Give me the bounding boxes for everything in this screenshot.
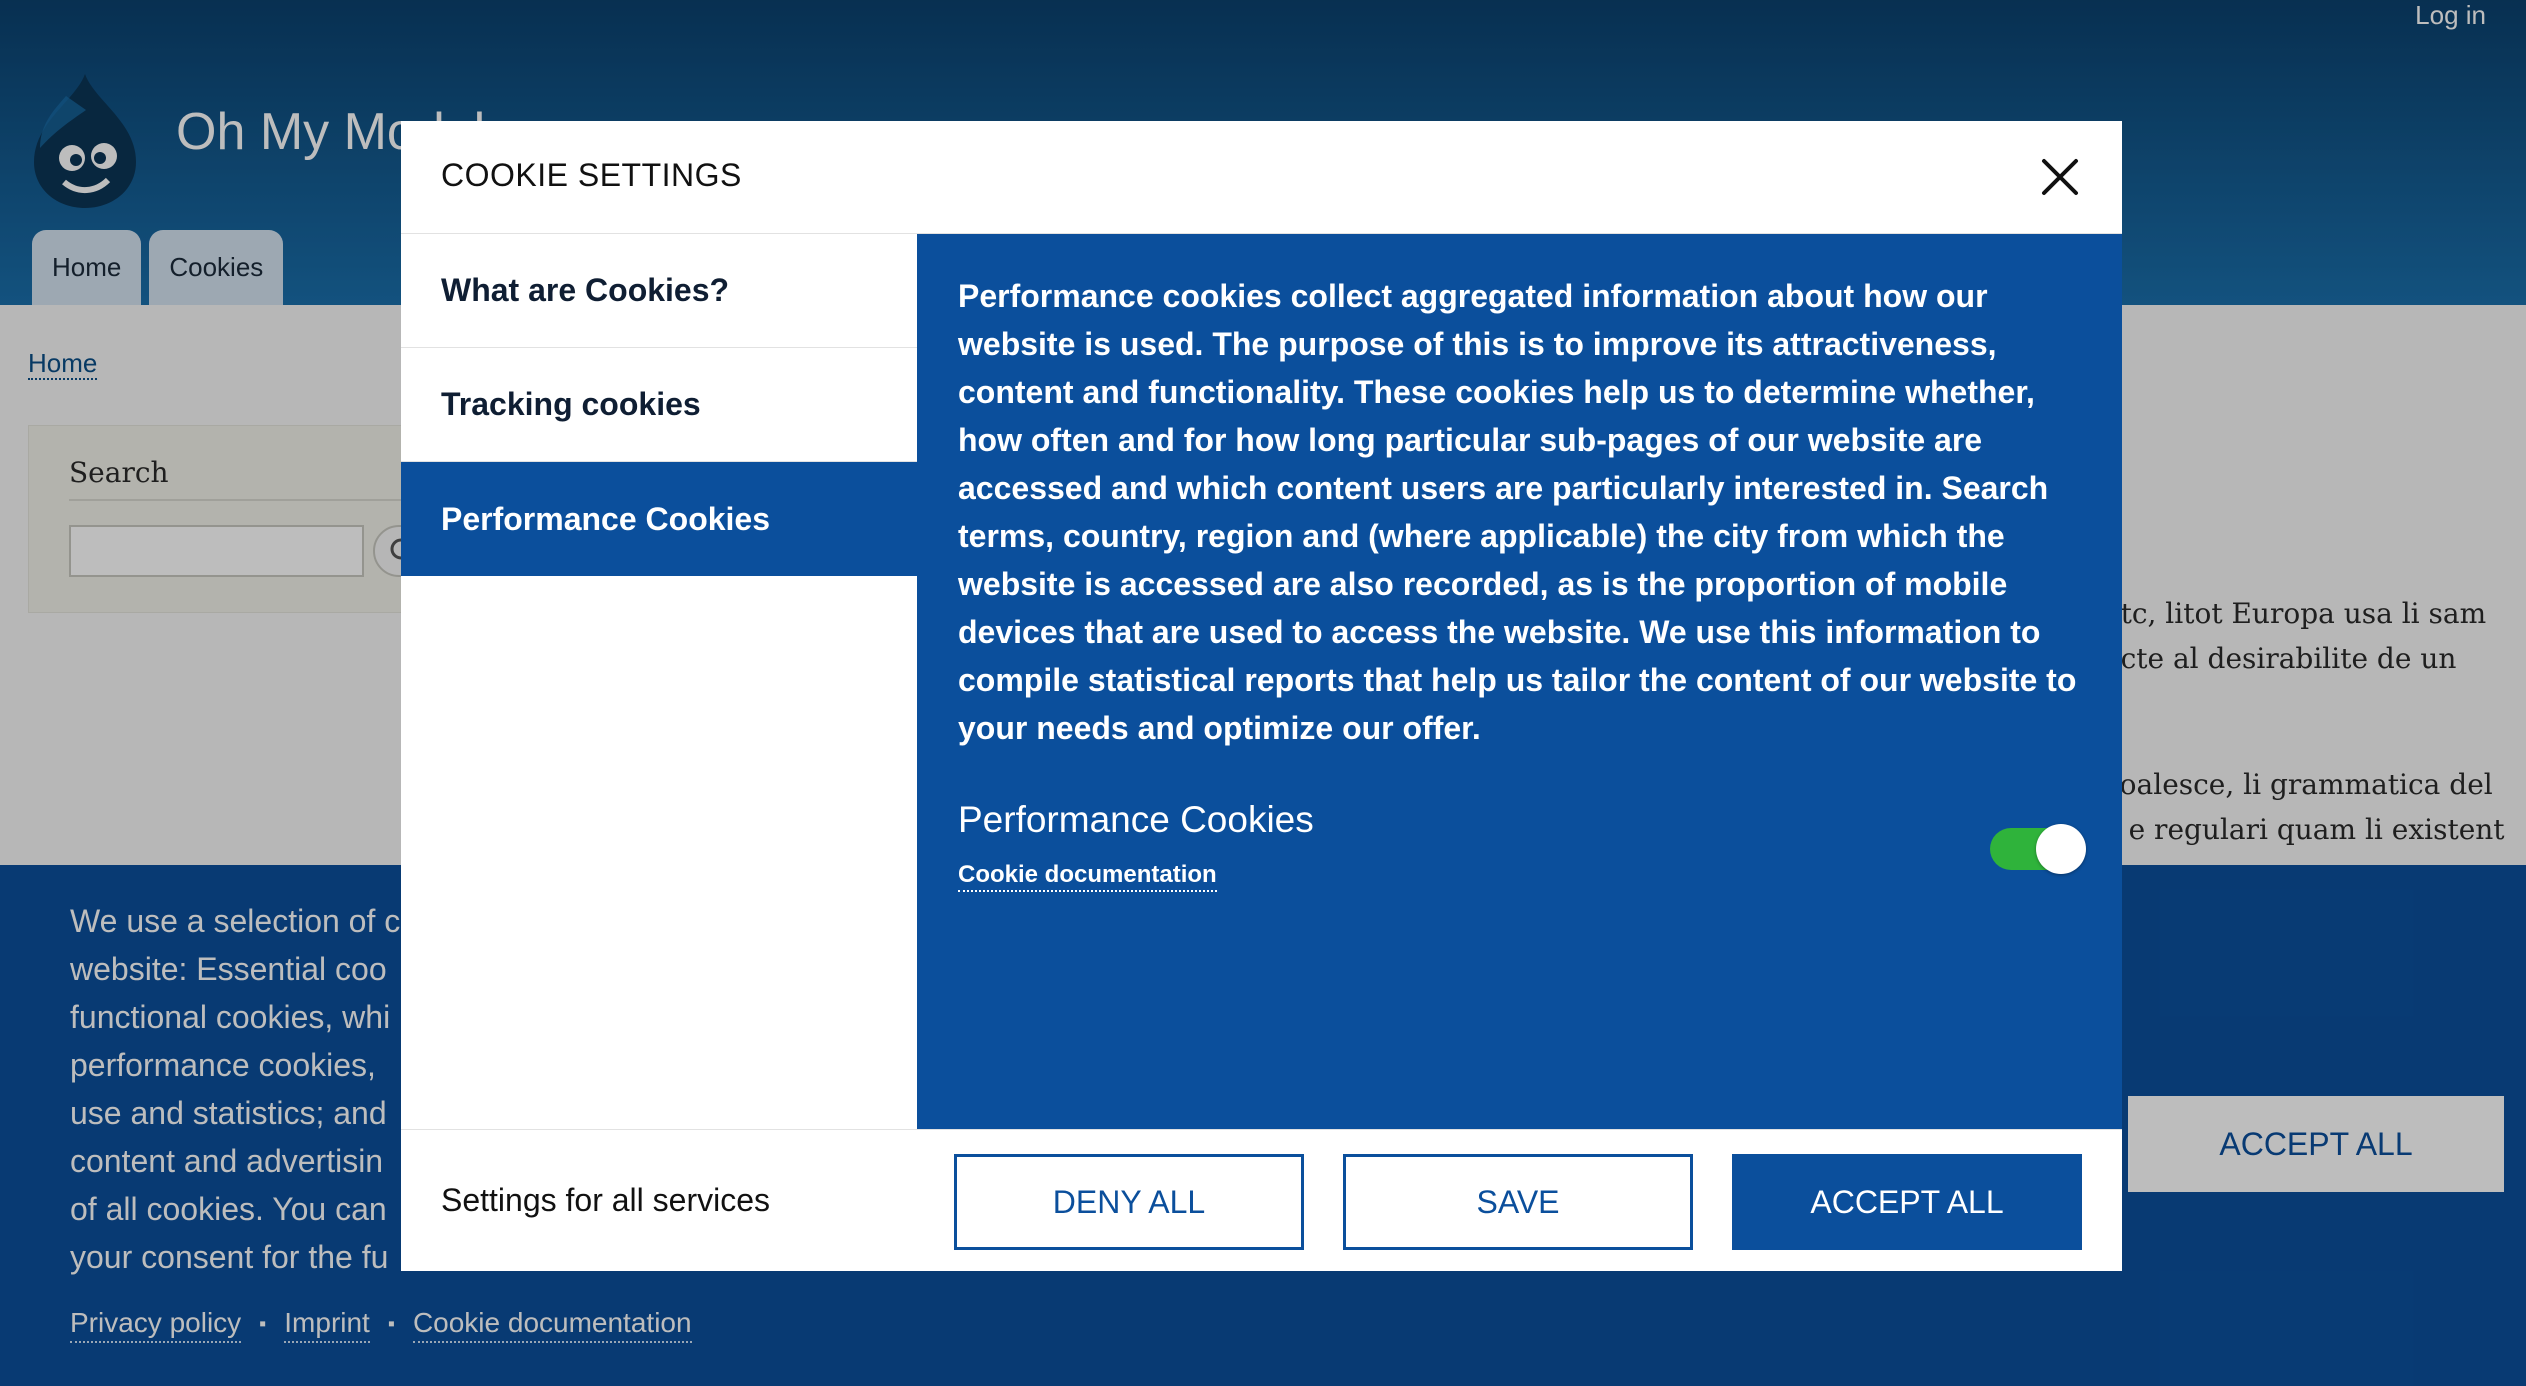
accept-all-button[interactable]: ACCEPT ALL: [1732, 1154, 2082, 1250]
save-button[interactable]: SAVE: [1343, 1154, 1693, 1250]
modal-nav: What are Cookies? Tracking cookies Perfo…: [401, 234, 917, 1129]
nav-item-performance-cookies[interactable]: Performance Cookies: [401, 462, 917, 576]
performance-cookies-toggle[interactable]: [1990, 824, 2086, 874]
nav-item-what-are-cookies[interactable]: What are Cookies?: [401, 234, 917, 348]
close-icon: [2042, 159, 2078, 195]
service-name: Performance Cookies: [958, 799, 1314, 840]
footer-label: Settings for all services: [441, 1182, 771, 1218]
close-button[interactable]: [2038, 155, 2082, 199]
modal-footer: Settings for all services DENY ALL SAVE …: [401, 1129, 2122, 1271]
modal-header: COOKIE SETTINGS: [401, 121, 2122, 234]
panel-description: Performance cookies collect aggregated i…: [958, 278, 2077, 746]
modal-title: COOKIE SETTINGS: [441, 157, 742, 193]
deny-all-button[interactable]: DENY ALL: [954, 1154, 1304, 1250]
cookie-settings-modal: COOKIE SETTINGS What are Cookies? Tracki…: [401, 121, 2122, 1271]
performance-cookies-panel: Performance cookies collect aggregated i…: [917, 234, 2122, 1129]
service-cookie-documentation-link[interactable]: Cookie documentation: [958, 859, 1217, 893]
toggle-knob: [2036, 824, 2086, 874]
nav-item-tracking-cookies[interactable]: Tracking cookies: [401, 348, 917, 462]
